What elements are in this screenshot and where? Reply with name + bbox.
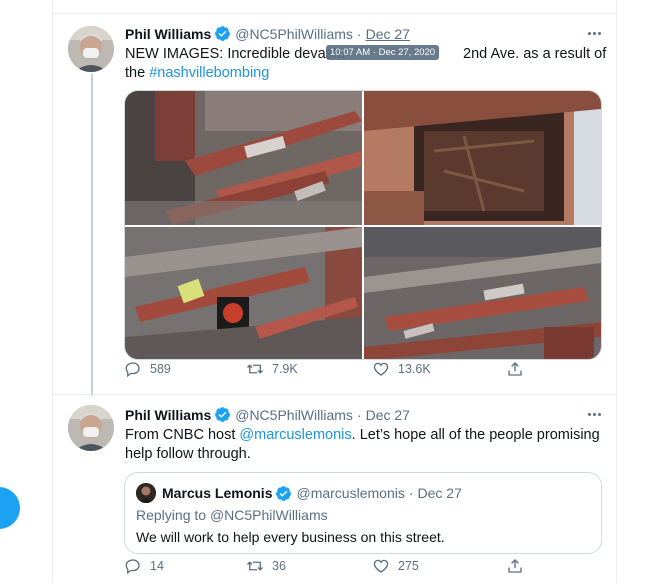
separator-dot: · — [356, 25, 362, 42]
share-icon — [508, 362, 522, 376]
tweet-photo[interactable] — [364, 91, 601, 225]
avatar[interactable] — [68, 26, 114, 72]
separator-dot: · — [356, 406, 362, 423]
tweet-divider — [53, 394, 616, 395]
author-name[interactable]: Phil Williams — [125, 407, 211, 423]
mention-link[interactable]: @marcuslemonis — [239, 427, 351, 443]
tweet-header: Phil Williams @NC5PhilWilliams · Dec 27 — [125, 25, 410, 42]
like-count: 275 — [398, 559, 419, 573]
separator-dot: · — [408, 485, 414, 501]
tweet-text-part: help follow through. — [125, 446, 251, 462]
tweet-text-part: From CNBC host — [125, 427, 240, 443]
hashtag-link[interactable]: #nashvillebombing — [149, 65, 269, 81]
verified-badge-icon — [276, 485, 292, 501]
reply-button[interactable]: 589 — [124, 360, 171, 378]
like-button[interactable]: 13.6K — [372, 360, 431, 378]
share-button[interactable] — [506, 360, 524, 378]
reply-count: 14 — [150, 559, 164, 573]
author-handle[interactable]: @NC5PhilWilliams — [235, 407, 353, 423]
reply-button[interactable]: 14 — [124, 557, 164, 575]
reply-icon — [125, 559, 140, 575]
like-count: 13.6K — [398, 362, 431, 376]
tweet-text: From CNBC host @marcuslemonis. Let’s hop… — [125, 426, 600, 464]
like-button[interactable]: 275 — [372, 557, 419, 575]
tweet-header: Phil Williams @NC5PhilWilliams · Dec 27 — [125, 406, 410, 423]
retweet-icon — [247, 364, 263, 374]
author-name[interactable]: Phil Williams — [125, 26, 211, 42]
heart-icon — [373, 362, 389, 376]
thread-connector-line — [91, 74, 93, 396]
share-icon — [508, 559, 522, 573]
heart-icon — [373, 559, 389, 573]
reply-icon — [125, 362, 140, 378]
tweet-photo[interactable] — [364, 227, 601, 359]
share-button[interactable] — [506, 557, 524, 575]
retweet-icon — [247, 561, 263, 571]
tweet-timestamp[interactable]: Dec 27 — [366, 26, 410, 42]
tweet-text-part: 2nd Ave. as a result of — [459, 46, 607, 62]
replying-to-handle: @NC5PhilWilliams — [209, 507, 328, 523]
more-options-icon[interactable] — [582, 407, 606, 421]
tweet-photo[interactable] — [125, 227, 362, 359]
media-grid — [124, 90, 602, 360]
compose-tweet-button[interactable] — [0, 487, 20, 529]
author-name[interactable]: Marcus Lemonis — [162, 485, 272, 501]
replying-to-line: Replying to @NC5PhilWilliams — [136, 507, 328, 523]
avatar — [136, 483, 156, 503]
retweet-count: 7.9K — [272, 362, 298, 376]
author-handle[interactable]: @NC5PhilWilliams — [235, 26, 353, 42]
tweet-text-part: . Let’s hope all of the people promising — [351, 427, 600, 443]
tweet-photo[interactable] — [125, 91, 362, 225]
retweet-count: 36 — [272, 559, 286, 573]
author-handle: @marcuslemonis — [296, 485, 405, 501]
quoted-tweet[interactable]: Marcus Lemonis @marcuslemonis · Dec 27 R… — [124, 472, 602, 554]
retweet-button[interactable]: 7.9K — [246, 360, 298, 378]
timestamp-tooltip: 10:07 AM · Dec 27, 2020 — [326, 45, 440, 60]
replying-to-label: Replying to — [136, 507, 210, 523]
verified-badge-icon — [215, 26, 231, 41]
quoted-tweet-header: Marcus Lemonis @marcuslemonis · Dec 27 — [136, 483, 462, 503]
avatar[interactable] — [68, 405, 114, 451]
retweet-button[interactable]: 36 — [246, 557, 286, 575]
timeline: Phil Williams @NC5PhilWilliams · Dec 27 … — [0, 0, 650, 583]
tweet-timestamp: Dec 27 — [417, 485, 462, 501]
reply-count: 589 — [150, 362, 171, 376]
tweet-text-part: the — [125, 65, 150, 81]
tweet-text-part: NEW IMAGES: Incredible devasta — [125, 46, 345, 62]
quoted-tweet-text: We will work to help every business on t… — [136, 529, 445, 545]
previous-tweet-divider — [53, 0, 616, 14]
tweet-timestamp[interactable]: Dec 27 — [366, 407, 410, 423]
verified-badge-icon — [215, 407, 231, 422]
more-options-icon[interactable] — [582, 26, 606, 40]
